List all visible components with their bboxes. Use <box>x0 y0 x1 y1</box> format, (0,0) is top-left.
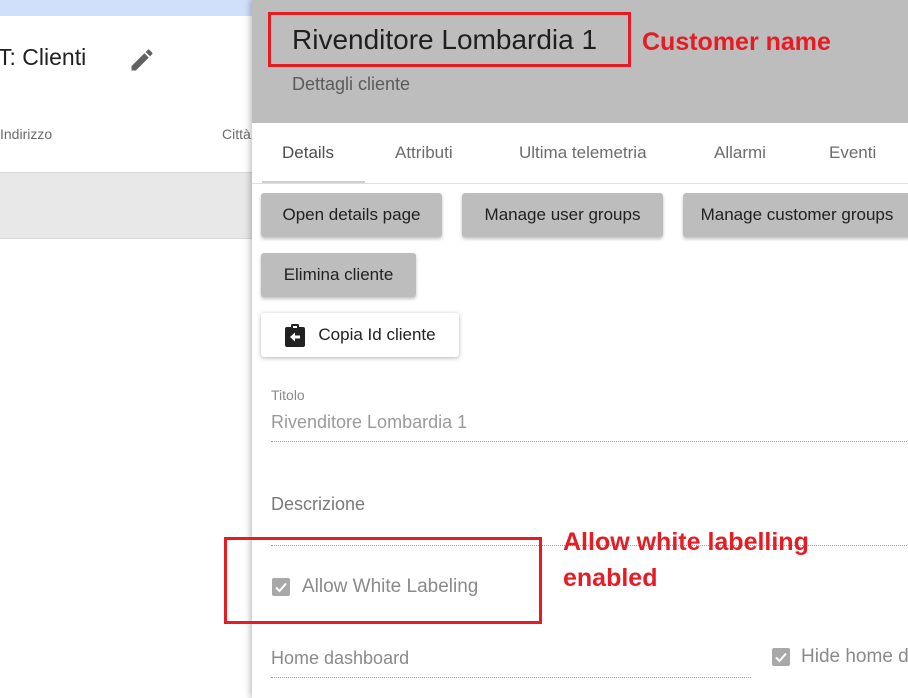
column-header-indirizzo[interactable]: Indirizzo <box>0 126 52 142</box>
white-labeling-annotation-line2: enabled <box>563 564 658 592</box>
tab-bar: Details Attributi Ultima telemetria Alla… <box>252 123 908 184</box>
tab-attributi[interactable]: Attributi <box>395 143 453 163</box>
hide-home-label: Hide home d <box>801 646 908 667</box>
manage-user-groups-button[interactable]: Manage user groups <box>462 193 663 237</box>
clipboard-arrow-icon <box>285 324 306 347</box>
table-row[interactable] <box>0 172 260 239</box>
tab-details[interactable]: Details <box>282 143 334 163</box>
white-labeling-annotation-line1: Allow white labelling <box>563 528 809 556</box>
title-label: Titolo <box>271 387 305 403</box>
customer-name-highlight <box>268 12 631 67</box>
open-details-page-button[interactable]: Open details page <box>261 193 442 237</box>
tab-eventi[interactable]: Eventi <box>829 143 876 163</box>
tab-allarmi[interactable]: Allarmi <box>714 143 766 163</box>
home-dashboard-underline <box>271 677 751 678</box>
tab-ultima-telemetria[interactable]: Ultima telemetria <box>519 143 647 163</box>
home-dashboard-field[interactable]: Home dashboard <box>271 648 409 669</box>
edit-icon[interactable] <box>128 46 156 74</box>
description-field[interactable]: Descrizione <box>271 494 365 515</box>
title-input[interactable]: Rivenditore Lombardia 1 <box>271 412 467 433</box>
active-tab-indicator <box>262 181 365 183</box>
title-underline <box>271 441 908 442</box>
column-header-citta[interactable]: Città <box>222 126 251 142</box>
manage-customer-groups-button[interactable]: Manage customer groups <box>683 193 908 237</box>
copy-customer-id-label: Copia Id cliente <box>318 325 436 344</box>
panel-subtitle: Dettagli cliente <box>292 74 411 94</box>
page-title: T: Clienti <box>0 44 87 70</box>
hide-home-checkbox[interactable] <box>772 648 790 666</box>
check-icon <box>775 652 787 663</box>
white-labeling-highlight <box>224 537 542 624</box>
customer-name-annotation: Customer name <box>642 28 831 56</box>
copy-customer-id-button[interactable]: Copia Id cliente <box>261 313 459 357</box>
delete-customer-button[interactable]: Elimina cliente <box>261 253 416 297</box>
